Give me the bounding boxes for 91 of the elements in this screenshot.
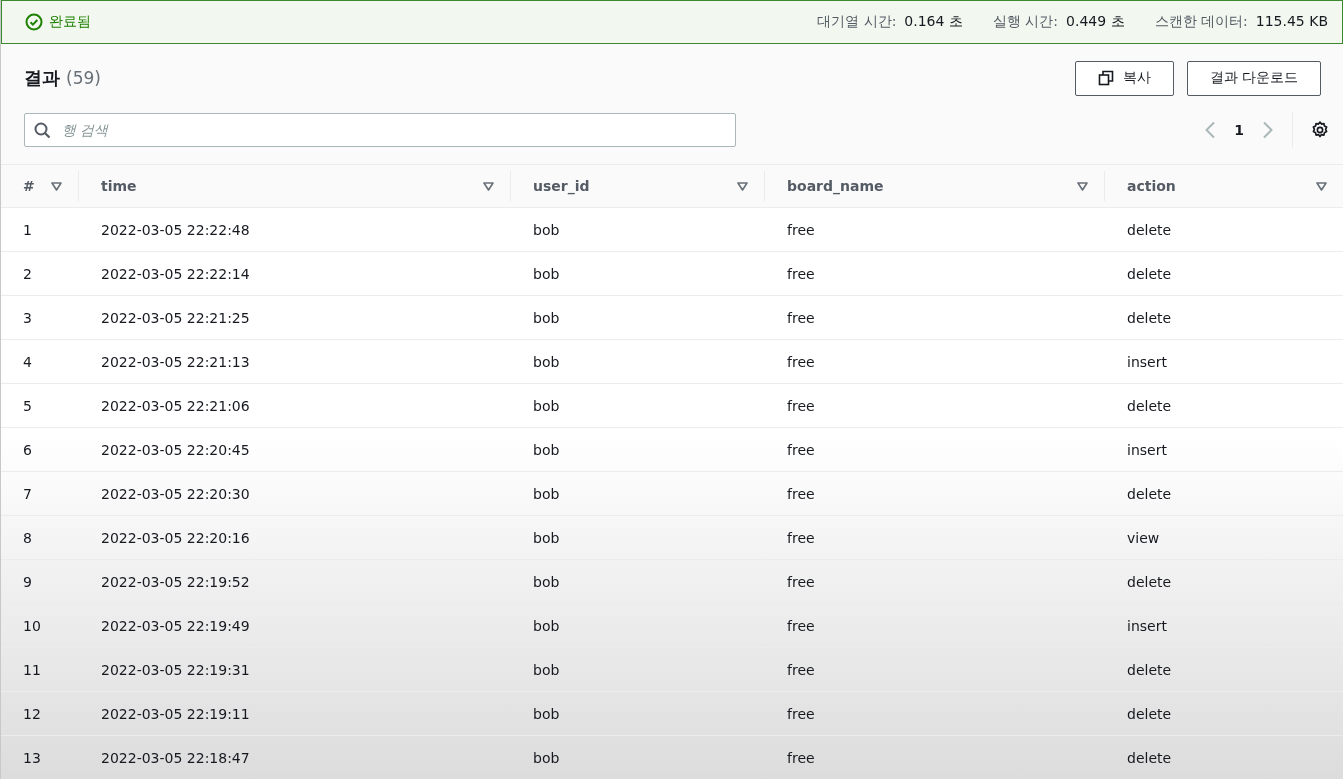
table-cell: free [787, 265, 815, 282]
table-cell: 13 [23, 749, 41, 766]
table-cell: free [787, 353, 815, 370]
table-cell: 11 [23, 661, 41, 678]
table-cell: 2022-03-05 22:19:49 [101, 617, 250, 634]
settings-icon[interactable] [1311, 121, 1329, 139]
table-cell: delete [1127, 749, 1172, 766]
table-cell: 2022-03-05 22:22:14 [101, 265, 250, 282]
table-cell: free [787, 749, 815, 766]
table-cell: free [787, 441, 815, 458]
table-cell: bob [533, 353, 560, 370]
sort-triangle-icon[interactable] [483, 181, 494, 191]
table-cell: bob [533, 441, 560, 458]
table-cell: delete [1127, 705, 1172, 722]
copy-button[interactable]: 복사 [1074, 60, 1174, 96]
table-cell: delete [1127, 573, 1172, 590]
table-cell: 4 [23, 353, 32, 370]
table-cell: delete [1127, 661, 1172, 678]
download-button[interactable]: 결과 다운로드 [1186, 60, 1321, 96]
table-cell: 2022-03-05 22:20:45 [101, 441, 250, 458]
stat-label: 대기열 시간: [817, 13, 897, 31]
table-cell: bob [533, 485, 560, 502]
check-circle-icon [25, 13, 43, 31]
table-cell: free [787, 661, 815, 678]
table-cell: free [787, 221, 815, 238]
table-cell: bob [533, 661, 560, 678]
table-cell: bob [533, 265, 560, 282]
table-cell: 7 [23, 485, 32, 502]
table-cell: 2022-03-05 22:19:52 [101, 573, 250, 590]
table-cell: insert [1127, 353, 1167, 370]
table-cell: 2022-03-05 22:21:25 [101, 309, 250, 326]
table-cell: 1 [23, 221, 32, 238]
table-cell: 2022-03-05 22:19:31 [101, 661, 250, 678]
table-cell: 2 [23, 265, 32, 282]
table-cell: 2022-03-05 22:22:48 [101, 221, 250, 238]
table-cell: insert [1127, 441, 1167, 458]
table-cell: bob [533, 617, 560, 634]
table-cell: delete [1127, 265, 1172, 282]
table-cell: bob [533, 749, 560, 766]
table-cell: 10 [23, 617, 41, 634]
table-cell: free [787, 485, 815, 502]
stat-label: 실행 시간: [992, 13, 1059, 31]
table-cell: bob [533, 573, 560, 590]
column-header[interactable]: # [23, 178, 35, 194]
column-header[interactable]: board_name [787, 178, 884, 194]
table-cell: 5 [23, 397, 32, 414]
table-cell: bob [533, 397, 560, 414]
stat-label: 스캔한 데이터: [1154, 13, 1248, 31]
table-cell: 2022-03-05 22:18:47 [101, 749, 250, 766]
status-text: 완료됨 [49, 13, 91, 31]
table-cell: delete [1127, 221, 1172, 238]
table-cell: 2022-03-05 22:21:13 [101, 353, 250, 370]
table-cell: delete [1127, 397, 1172, 414]
page-number[interactable]: 1 [1234, 122, 1244, 138]
table-cell: free [787, 397, 815, 414]
table-cell: bob [533, 309, 560, 326]
table-cell: bob [533, 221, 560, 238]
table-cell: insert [1127, 617, 1167, 634]
stat-value: 115.45 KB [1255, 13, 1328, 31]
table-cell: view [1127, 529, 1160, 546]
sort-triangle-icon[interactable] [1316, 181, 1327, 191]
table-cell: free [787, 617, 815, 634]
stat-value: 0.164 초 [904, 13, 963, 31]
table-cell: 3 [23, 309, 32, 326]
table-cell: free [787, 705, 815, 722]
column-header[interactable]: time [101, 178, 137, 194]
table-cell: 2022-03-05 22:20:16 [101, 529, 250, 546]
table-cell: delete [1127, 309, 1172, 326]
table-cell: 2022-03-05 22:19:11 [101, 705, 250, 722]
column-header[interactable]: action [1127, 178, 1176, 194]
sort-triangle-icon[interactable] [51, 181, 62, 191]
results-count: (59) [66, 68, 101, 88]
sort-triangle-icon[interactable] [737, 181, 748, 191]
table-cell: bob [533, 529, 560, 546]
table-cell: free [787, 309, 815, 326]
table-cell: 12 [23, 705, 41, 722]
table-cell: 2022-03-05 22:21:06 [101, 397, 250, 414]
table-cell: 8 [23, 529, 32, 546]
table-cell: free [787, 529, 815, 546]
table-cell: 9 [23, 573, 32, 590]
column-header[interactable]: user_id [533, 178, 590, 194]
results-title: 결과 [24, 66, 60, 90]
table-cell: 6 [23, 441, 32, 458]
table-cell: free [787, 573, 815, 590]
search-field[interactable]: 행 검색 [24, 113, 736, 147]
stat-value: 0.449 초 [1066, 13, 1125, 31]
table-cell: bob [533, 705, 560, 722]
copy-icon [1097, 70, 1114, 86]
sort-triangle-icon[interactable] [1077, 181, 1088, 191]
table-cell: 2022-03-05 22:20:30 [101, 485, 250, 502]
table-cell: delete [1127, 485, 1172, 502]
